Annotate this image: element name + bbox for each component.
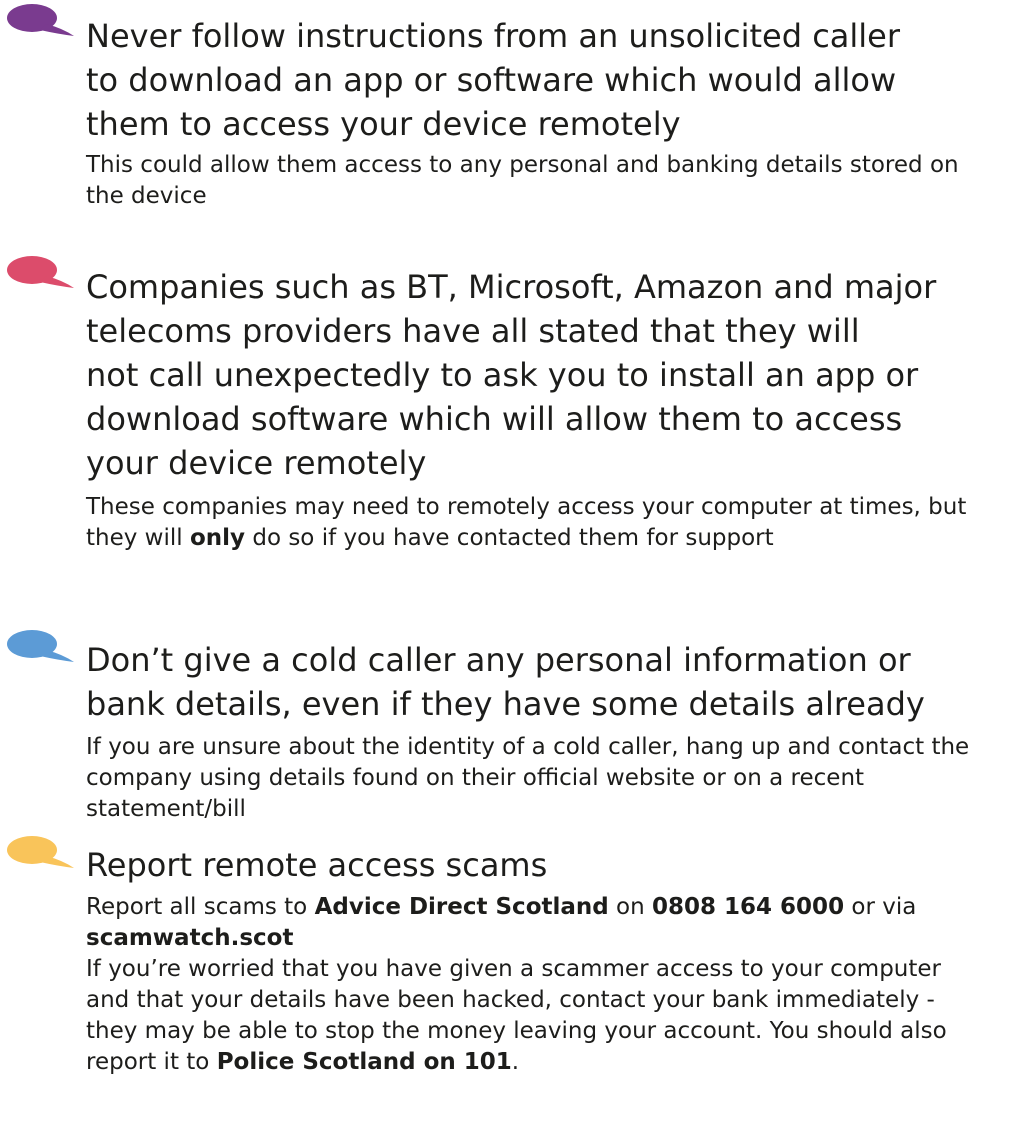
section-body-text: These companies may need to remotely acc… (86, 492, 986, 554)
section-body: Report all scams to Advice Direct Scotla… (86, 892, 986, 1078)
section-heading: Companies such as BT, Microsoft, Amazon … (86, 268, 937, 482)
website-name: scamwatch.scot (86, 925, 294, 951)
section-body-text: This could allow them access to any pers… (86, 152, 959, 209)
emphasis-text: only (189, 525, 246, 551)
speech-bubble-icon (6, 2, 74, 36)
speech-bubble-icon (6, 254, 74, 288)
section-heading: Don’t give a cold caller any personal in… (86, 641, 925, 723)
hacked-paragraph: If you’re worried that you have given a … (86, 954, 986, 1078)
body-text-part: . (511, 1049, 520, 1075)
section-heading: Report remote access scams (86, 846, 548, 884)
speech-bubble-icon (6, 834, 74, 868)
speech-bubble-icon (6, 628, 74, 662)
section-body: If you are unsure about the identity of … (86, 732, 986, 825)
police-contact: Police Scotland on 101 (216, 1049, 512, 1075)
body-text-part: Report all scams to (86, 894, 315, 920)
section-heading: Never follow instructions from an unsoli… (86, 17, 901, 143)
report-paragraph: Report all scams to Advice Direct Scotla… (86, 892, 986, 954)
organisation-name: Advice Direct Scotland (314, 894, 609, 920)
body-text-part: do so if you have contacted them for sup… (245, 525, 774, 551)
body-text-part: or via (844, 894, 917, 920)
body-text-part: on (608, 894, 653, 920)
section-body-text: If you are unsure about the identity of … (86, 734, 970, 822)
phone-number: 0808 164 6000 (652, 894, 845, 920)
section-body: These companies may need to remotely acc… (86, 492, 986, 554)
section-body: This could allow them access to any pers… (86, 150, 986, 212)
